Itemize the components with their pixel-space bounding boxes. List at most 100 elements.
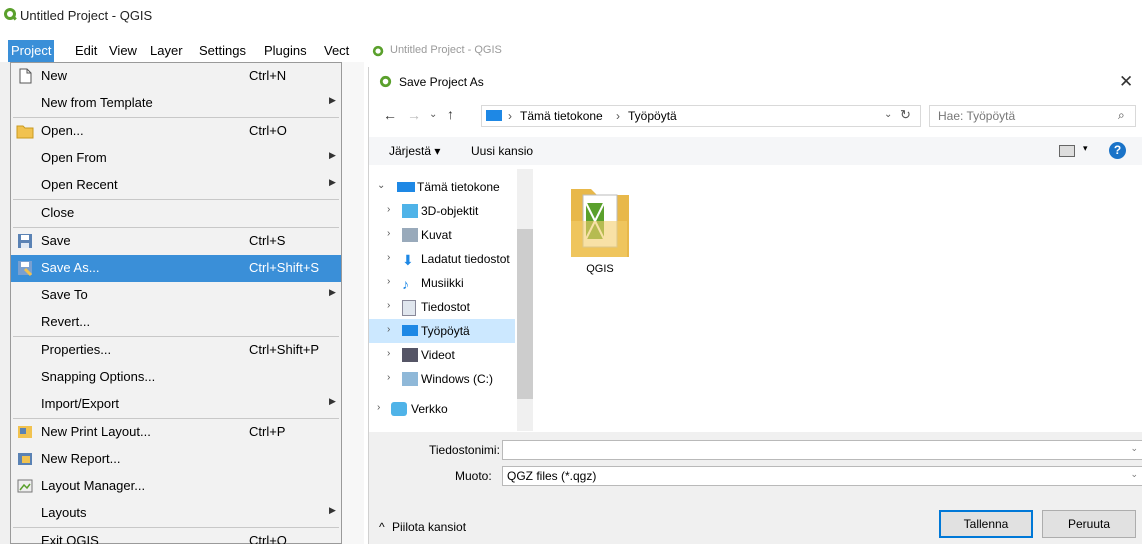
save-icon (18, 234, 32, 248)
chevron-down-icon[interactable]: ⌄ (1130, 443, 1138, 454)
filetype-select[interactable]: QGZ files (*.qgz) ⌄ (502, 466, 1142, 486)
filetype-label: Muoto: (455, 469, 492, 483)
menu-item-layout-manager[interactable]: Layout Manager... (11, 473, 341, 500)
save-project-dialog: Save Project As ✕ ← → ⌄ ↑ › Tämä tietoko… (368, 67, 1142, 544)
menu-item-new-print-layout[interactable]: New Print Layout... Ctrl+P (11, 419, 341, 446)
submenu-arrow-icon: ▶ (329, 177, 336, 187)
organize-button[interactable]: Järjestä ▾ (389, 144, 440, 158)
video-icon (402, 348, 418, 362)
menu-item-save-to[interactable]: Save To ▶ (11, 282, 341, 309)
print-layout-icon (18, 426, 32, 438)
music-icon: ♪ (402, 276, 409, 292)
menu-item-new-from-template[interactable]: New from Template ▶ (11, 90, 341, 117)
desktop-icon (486, 110, 502, 121)
command-bar: Järjestä ▾ Uusi kansio ▾ ? (369, 137, 1142, 165)
file-list: QGIS (539, 167, 1142, 432)
search-icon: ⌕ (1118, 108, 1125, 122)
qgis-window-title: Untitled Project - QGIS (20, 8, 153, 23)
back-arrow-icon[interactable]: ← (383, 107, 397, 123)
navigation-tree: ⌄ Tämä tietokone › 3D-objektit › Kuvat ›… (369, 167, 534, 432)
project-menu: New Ctrl+N New from Template ▶ Open... C… (10, 62, 342, 544)
menu-project[interactable]: Project (8, 40, 55, 62)
submenu-arrow-icon: ▶ (329, 396, 336, 406)
menu-item-open-from[interactable]: Open From ▶ (11, 145, 341, 172)
menu-view[interactable]: View (106, 40, 140, 62)
menu-vector[interactable]: Vect (321, 40, 352, 62)
qgis-logo-icon (4, 8, 17, 21)
right-window-title: Untitled Project - QGIS (390, 44, 502, 56)
tree-item-videos[interactable]: › Videot (369, 343, 515, 367)
layout-manager-icon (17, 479, 33, 493)
dialog-footer: Tiedostonimi: ⌄ Muoto: QGZ files (*.qgz)… (369, 432, 1142, 544)
up-arrow-icon[interactable]: ↑ (447, 106, 454, 122)
pictures-icon (402, 228, 418, 242)
menu-edit[interactable]: Edit (72, 40, 100, 62)
drive-icon (402, 372, 418, 386)
breadcrumb-this-pc[interactable]: Tämä tietokone (520, 109, 603, 123)
menu-item-snapping-options[interactable]: Snapping Options... (11, 364, 341, 391)
tree-scrollbar-thumb[interactable] (517, 229, 533, 399)
menu-settings[interactable]: Settings (196, 40, 249, 62)
tree-item-this-pc[interactable]: ⌄ Tämä tietokone (369, 175, 515, 199)
menu-item-revert[interactable]: Revert... (11, 309, 341, 336)
menu-item-save[interactable]: Save Ctrl+S (11, 228, 341, 255)
documents-icon (402, 300, 416, 316)
tree-item-network[interactable]: › Verkko (369, 397, 515, 421)
recent-locations-chevron-icon[interactable]: ⌄ (429, 109, 437, 120)
refresh-icon[interactable]: ↻ (900, 107, 911, 123)
breadcrumb-desktop[interactable]: Työpöytä (628, 109, 677, 123)
file-item-qgis-folder[interactable]: QGIS (569, 181, 631, 281)
tree-item-documents[interactable]: › Tiedostot (369, 295, 515, 319)
menu-item-exit[interactable]: Exit QGIS Ctrl+Q (11, 528, 341, 544)
menu-layer[interactable]: Layer (147, 40, 186, 62)
filename-label: Tiedostonimi: (429, 443, 500, 457)
menu-item-open-recent[interactable]: Open Recent ▶ (11, 172, 341, 199)
folder-icon (571, 189, 629, 257)
menu-plugins[interactable]: Plugins (261, 40, 310, 62)
download-icon: ⬇ (402, 252, 414, 268)
submenu-arrow-icon: ▶ (329, 95, 336, 105)
close-icon[interactable]: ✕ (1119, 72, 1133, 92)
menu-item-save-as[interactable]: Save As... Ctrl+Shift+S (11, 255, 341, 282)
tree-item-3d-objects[interactable]: › 3D-objektit (369, 199, 515, 223)
submenu-arrow-icon: ▶ (329, 505, 336, 515)
forward-arrow-icon[interactable]: → (407, 107, 421, 123)
cube-icon (402, 204, 418, 218)
tree-item-desktop[interactable]: › Työpöytä (369, 319, 515, 343)
chevron-up-icon: ^ (379, 520, 385, 534)
cancel-button[interactable]: Peruuta (1042, 510, 1136, 538)
tree-item-downloads[interactable]: › ⬇ Ladatut tiedostot (369, 247, 515, 271)
menu-item-new[interactable]: New Ctrl+N (11, 63, 341, 90)
tree-item-music[interactable]: › ♪ Musiikki (369, 271, 515, 295)
new-folder-button[interactable]: Uusi kansio (471, 144, 533, 158)
menu-item-layouts[interactable]: Layouts ▶ (11, 500, 341, 527)
menu-item-open[interactable]: Open... Ctrl+O (11, 118, 341, 145)
right-qgis-titlebar: Untitled Project - QGIS (368, 40, 768, 64)
report-icon (18, 453, 32, 465)
save-button[interactable]: Tallenna (939, 510, 1033, 538)
chevron-down-icon[interactable]: ⌄ (1130, 469, 1138, 480)
navigation-bar: ← → ⌄ ↑ › Tämä tietokone › Työpöytä ⌄ ↻ … (369, 101, 1142, 131)
save-as-icon (18, 261, 33, 277)
canvas-background (342, 62, 364, 544)
new-file-icon (19, 68, 32, 84)
filename-field[interactable]: ⌄ (502, 440, 1142, 460)
menu-item-properties[interactable]: Properties... Ctrl+Shift+P (11, 337, 341, 364)
menu-item-close[interactable]: Close (11, 200, 341, 227)
address-bar[interactable]: › Tämä tietokone › Työpöytä ⌄ ↻ (481, 105, 921, 127)
view-dropdown-icon[interactable]: ▾ (1083, 143, 1088, 154)
view-options-icon[interactable] (1059, 145, 1075, 157)
address-dropdown-icon[interactable]: ⌄ (884, 109, 892, 120)
dialog-titlebar: Save Project As ✕ (369, 67, 1142, 97)
menu-item-import-export[interactable]: Import/Export ▶ (11, 391, 341, 418)
tree-item-pictures[interactable]: › Kuvat (369, 223, 515, 247)
search-input[interactable]: Hae: Työpöytä ⌕ (929, 105, 1136, 127)
help-icon[interactable]: ? (1109, 142, 1126, 159)
tree-item-windows-drive[interactable]: › Windows (C:) (369, 367, 515, 391)
computer-icon (397, 182, 415, 192)
qgis-logo-icon (372, 45, 384, 57)
expand-chevron-icon[interactable]: ⌄ (377, 180, 385, 191)
hide-folders-toggle[interactable]: ^ Piilota kansiot (379, 520, 466, 534)
network-icon (391, 402, 407, 416)
menu-item-new-report[interactable]: New Report... (11, 446, 341, 473)
